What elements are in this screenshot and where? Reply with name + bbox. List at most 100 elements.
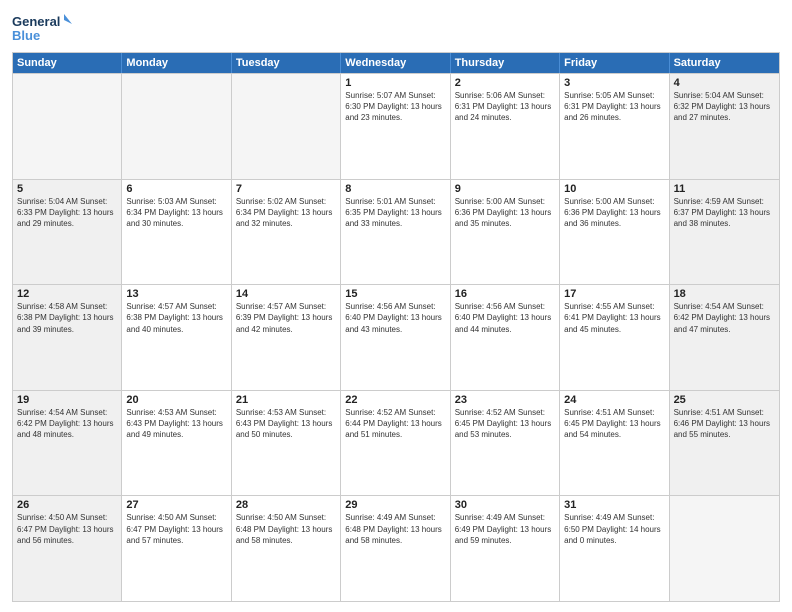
day-info: Sunrise: 4:51 AM Sunset: 6:45 PM Dayligh…: [564, 407, 664, 441]
calendar-cell: 9Sunrise: 5:00 AM Sunset: 6:36 PM Daylig…: [451, 180, 560, 285]
calendar-cell: [122, 74, 231, 179]
calendar-cell: 31Sunrise: 4:49 AM Sunset: 6:50 PM Dayli…: [560, 496, 669, 601]
day-info: Sunrise: 5:04 AM Sunset: 6:33 PM Dayligh…: [17, 196, 117, 230]
day-info: Sunrise: 4:56 AM Sunset: 6:40 PM Dayligh…: [345, 301, 445, 335]
calendar-cell: 28Sunrise: 4:50 AM Sunset: 6:48 PM Dayli…: [232, 496, 341, 601]
day-info: Sunrise: 5:06 AM Sunset: 6:31 PM Dayligh…: [455, 90, 555, 124]
day-number: 25: [674, 394, 775, 406]
day-number: 1: [345, 77, 445, 89]
header: General Blue: [12, 10, 780, 46]
day-info: Sunrise: 5:07 AM Sunset: 6:30 PM Dayligh…: [345, 90, 445, 124]
logo-svg: General Blue: [12, 10, 72, 46]
calendar-cell: 23Sunrise: 4:52 AM Sunset: 6:45 PM Dayli…: [451, 391, 560, 496]
day-info: Sunrise: 4:52 AM Sunset: 6:45 PM Dayligh…: [455, 407, 555, 441]
calendar-cell: 15Sunrise: 4:56 AM Sunset: 6:40 PM Dayli…: [341, 285, 450, 390]
day-number: 21: [236, 394, 336, 406]
calendar-cell: 7Sunrise: 5:02 AM Sunset: 6:34 PM Daylig…: [232, 180, 341, 285]
day-number: 24: [564, 394, 664, 406]
calendar-row: 12Sunrise: 4:58 AM Sunset: 6:38 PM Dayli…: [13, 284, 779, 390]
calendar-cell: 18Sunrise: 4:54 AM Sunset: 6:42 PM Dayli…: [670, 285, 779, 390]
calendar-cell: 11Sunrise: 4:59 AM Sunset: 6:37 PM Dayli…: [670, 180, 779, 285]
day-info: Sunrise: 4:50 AM Sunset: 6:47 PM Dayligh…: [126, 512, 226, 546]
day-info: Sunrise: 4:49 AM Sunset: 6:50 PM Dayligh…: [564, 512, 664, 546]
page: General Blue SundayMondayTuesdayWednesda…: [0, 0, 792, 612]
day-info: Sunrise: 4:50 AM Sunset: 6:48 PM Dayligh…: [236, 512, 336, 546]
day-number: 10: [564, 183, 664, 195]
calendar-header-cell: Friday: [560, 53, 669, 73]
calendar-header-cell: Thursday: [451, 53, 560, 73]
calendar-cell: 1Sunrise: 5:07 AM Sunset: 6:30 PM Daylig…: [341, 74, 450, 179]
day-info: Sunrise: 4:54 AM Sunset: 6:42 PM Dayligh…: [17, 407, 117, 441]
day-number: 4: [674, 77, 775, 89]
day-info: Sunrise: 4:49 AM Sunset: 6:49 PM Dayligh…: [455, 512, 555, 546]
day-info: Sunrise: 4:57 AM Sunset: 6:38 PM Dayligh…: [126, 301, 226, 335]
calendar-header-cell: Wednesday: [341, 53, 450, 73]
calendar-cell: [670, 496, 779, 601]
day-number: 15: [345, 288, 445, 300]
calendar-cell: 14Sunrise: 4:57 AM Sunset: 6:39 PM Dayli…: [232, 285, 341, 390]
day-number: 13: [126, 288, 226, 300]
calendar-row: 1Sunrise: 5:07 AM Sunset: 6:30 PM Daylig…: [13, 73, 779, 179]
day-number: 6: [126, 183, 226, 195]
day-number: 11: [674, 183, 775, 195]
calendar-cell: [13, 74, 122, 179]
calendar-cell: 4Sunrise: 5:04 AM Sunset: 6:32 PM Daylig…: [670, 74, 779, 179]
calendar-cell: [232, 74, 341, 179]
calendar-row: 5Sunrise: 5:04 AM Sunset: 6:33 PM Daylig…: [13, 179, 779, 285]
day-info: Sunrise: 5:04 AM Sunset: 6:32 PM Dayligh…: [674, 90, 775, 124]
day-number: 20: [126, 394, 226, 406]
day-info: Sunrise: 4:52 AM Sunset: 6:44 PM Dayligh…: [345, 407, 445, 441]
day-info: Sunrise: 5:03 AM Sunset: 6:34 PM Dayligh…: [126, 196, 226, 230]
calendar-cell: 27Sunrise: 4:50 AM Sunset: 6:47 PM Dayli…: [122, 496, 231, 601]
calendar-cell: 29Sunrise: 4:49 AM Sunset: 6:48 PM Dayli…: [341, 496, 450, 601]
logo: General Blue: [12, 10, 72, 46]
calendar-cell: 16Sunrise: 4:56 AM Sunset: 6:40 PM Dayli…: [451, 285, 560, 390]
calendar-header-cell: Tuesday: [232, 53, 341, 73]
day-number: 5: [17, 183, 117, 195]
calendar-cell: 12Sunrise: 4:58 AM Sunset: 6:38 PM Dayli…: [13, 285, 122, 390]
svg-text:General: General: [12, 14, 60, 29]
day-info: Sunrise: 4:58 AM Sunset: 6:38 PM Dayligh…: [17, 301, 117, 335]
calendar-header-cell: Sunday: [13, 53, 122, 73]
calendar-row: 19Sunrise: 4:54 AM Sunset: 6:42 PM Dayli…: [13, 390, 779, 496]
day-number: 17: [564, 288, 664, 300]
day-number: 19: [17, 394, 117, 406]
calendar-row: 26 Sunrise: 4:50 AM Sunset: 6:47 PM Dayli…: [13, 495, 779, 601]
calendar-cell: 17Sunrise: 4:55 AM Sunset: 6:41 PM Dayli…: [560, 285, 669, 390]
calendar-body: 1Sunrise: 5:07 AM Sunset: 6:30 PM Daylig…: [13, 73, 779, 601]
calendar-cell: 3Sunrise: 5:05 AM Sunset: 6:31 PM Daylig…: [560, 74, 669, 179]
day-info: Sunrise: 4:56 AM Sunset: 6:40 PM Dayligh…: [455, 301, 555, 335]
day-info: Sunrise: 5:00 AM Sunset: 6:36 PM Dayligh…: [564, 196, 664, 230]
day-number: 12: [17, 288, 117, 300]
calendar-cell: 8Sunrise: 5:01 AM Sunset: 6:35 PM Daylig…: [341, 180, 450, 285]
day-number: 23: [455, 394, 555, 406]
calendar-cell: 26Sunrise: 4:50 AM Sunset: 6:47 PM Dayli…: [13, 496, 122, 601]
day-number: 27: [126, 499, 226, 511]
day-number: 26: [17, 499, 117, 511]
calendar: SundayMondayTuesdayWednesdayThursdayFrid…: [12, 52, 780, 602]
day-info: Sunrise: 5:00 AM Sunset: 6:36 PM Dayligh…: [455, 196, 555, 230]
calendar-header-cell: Monday: [122, 53, 231, 73]
calendar-cell: 13Sunrise: 4:57 AM Sunset: 6:38 PM Dayli…: [122, 285, 231, 390]
day-number: 31: [564, 499, 664, 511]
calendar-cell: 20Sunrise: 4:53 AM Sunset: 6:43 PM Dayli…: [122, 391, 231, 496]
day-info: Sunrise: 4:59 AM Sunset: 6:37 PM Dayligh…: [674, 196, 775, 230]
calendar-cell: 22Sunrise: 4:52 AM Sunset: 6:44 PM Dayli…: [341, 391, 450, 496]
day-number: 14: [236, 288, 336, 300]
day-info: Sunrise: 4:51 AM Sunset: 6:46 PM Dayligh…: [674, 407, 775, 441]
calendar-header-cell: Saturday: [670, 53, 779, 73]
calendar-cell: 21Sunrise: 4:53 AM Sunset: 6:43 PM Dayli…: [232, 391, 341, 496]
day-info: Sunrise: 4:57 AM Sunset: 6:39 PM Dayligh…: [236, 301, 336, 335]
calendar-cell: 24Sunrise: 4:51 AM Sunset: 6:45 PM Dayli…: [560, 391, 669, 496]
calendar-cell: 25Sunrise: 4:51 AM Sunset: 6:46 PM Dayli…: [670, 391, 779, 496]
day-number: 9: [455, 183, 555, 195]
day-number: 7: [236, 183, 336, 195]
day-number: 30: [455, 499, 555, 511]
day-info: Sunrise: 5:05 AM Sunset: 6:31 PM Dayligh…: [564, 90, 664, 124]
day-info: Sunrise: 4:49 AM Sunset: 6:48 PM Dayligh…: [345, 512, 445, 546]
day-info: Sunrise: 4:53 AM Sunset: 6:43 PM Dayligh…: [126, 407, 226, 441]
day-info: Sunrise: 4:53 AM Sunset: 6:43 PM Dayligh…: [236, 407, 336, 441]
calendar-cell: 2Sunrise: 5:06 AM Sunset: 6:31 PM Daylig…: [451, 74, 560, 179]
day-number: 22: [345, 394, 445, 406]
day-number: 2: [455, 77, 555, 89]
